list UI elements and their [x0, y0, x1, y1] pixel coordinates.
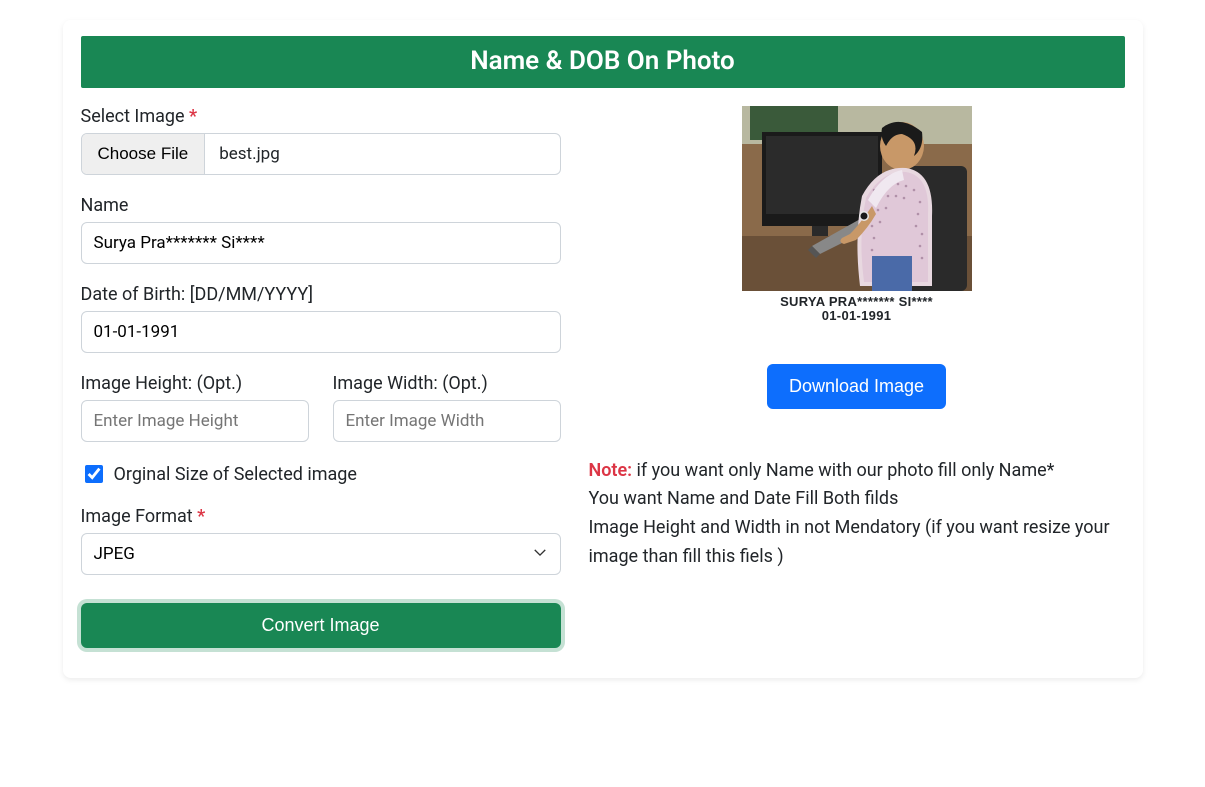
- convert-button[interactable]: Convert Image: [81, 603, 561, 648]
- note-line1: if you want only Name with our photo fil…: [637, 460, 1055, 481]
- form-card: Name & DOB On Photo Select Image * Choos…: [63, 20, 1143, 678]
- required-asterisk: *: [189, 106, 197, 127]
- width-input[interactable]: [333, 400, 561, 442]
- original-size-checkbox[interactable]: [85, 465, 103, 483]
- preview-image: [742, 106, 972, 291]
- selected-file-name: best.jpg: [205, 134, 559, 174]
- original-size-label: Orginal Size of Selected image: [114, 464, 357, 485]
- height-label: Image Height: (Opt.): [81, 373, 309, 394]
- width-label: Image Width: (Opt.): [333, 373, 561, 394]
- dob-input[interactable]: [81, 311, 561, 353]
- page-title: Name & DOB On Photo: [81, 36, 1125, 88]
- dob-label: Date of Birth: [DD/MM/YYYY]: [81, 284, 561, 305]
- height-input[interactable]: [81, 400, 309, 442]
- caption-date: 01-01-1991: [589, 309, 1125, 323]
- choose-file-button[interactable]: Choose File: [82, 134, 206, 174]
- caption-name: SURYA PRA******* SI****: [589, 295, 1125, 309]
- form-column: Select Image * Choose File best.jpg Name…: [81, 106, 561, 648]
- required-asterisk: *: [197, 506, 205, 527]
- name-input[interactable]: [81, 222, 561, 264]
- note-line3: Image Height and Width in not Mendatory …: [589, 517, 1110, 567]
- format-select[interactable]: JPEG: [81, 533, 561, 575]
- download-button[interactable]: Download Image: [767, 364, 946, 409]
- select-image-label: Select Image *: [81, 106, 561, 127]
- note-label: Note:: [589, 460, 633, 481]
- name-label: Name: [81, 195, 561, 216]
- preview-caption: SURYA PRA******* SI**** 01-01-1991: [589, 295, 1125, 324]
- preview-column: SURYA PRA******* SI**** 01-01-1991 Downl…: [589, 106, 1125, 648]
- file-picker[interactable]: Choose File best.jpg: [81, 133, 561, 175]
- note-text: Note: if you want only Name with our pho…: [589, 457, 1125, 572]
- note-line2: You want Name and Date Fill Both filds: [589, 488, 899, 509]
- format-label: Image Format *: [81, 506, 561, 527]
